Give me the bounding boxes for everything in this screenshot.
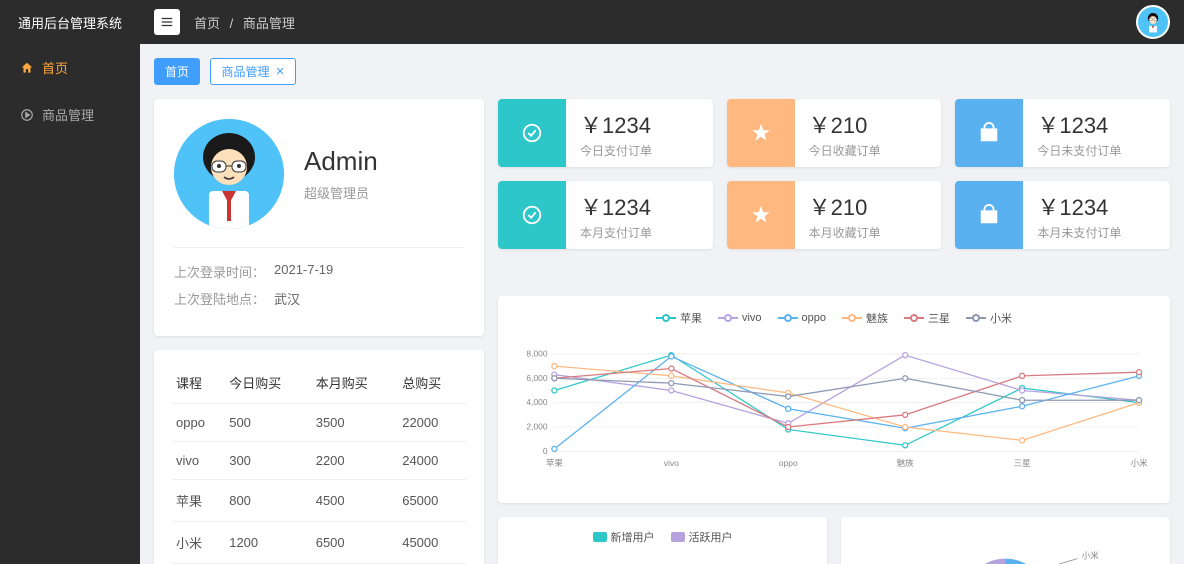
stat-card: ￥1234 本月未支付订单 bbox=[955, 181, 1170, 249]
stats-grid: ￥1234 今日支付订单 ￥210 今日收藏订单 ￥1234 今日未支付订单 ￥1234 本月… bbox=[498, 99, 1170, 282]
user-role: 超级管理员 bbox=[304, 183, 378, 202]
app-logo: 通用后台管理系统 bbox=[0, 0, 140, 44]
stat-card: ￥210 本月收藏订单 bbox=[727, 181, 942, 249]
stat-label: 今日收藏订单 bbox=[809, 142, 881, 159]
bag-icon bbox=[955, 99, 1023, 167]
table-header: 总购买 bbox=[398, 362, 466, 404]
star-icon bbox=[727, 99, 795, 167]
sidebar: 通用后台管理系统 首页 商品管理 bbox=[0, 0, 140, 564]
table-row: 小米1200650045000 bbox=[172, 522, 466, 564]
svg-text:小米: 小米 bbox=[1082, 551, 1099, 561]
last-place-value: 武汉 bbox=[274, 289, 300, 308]
stat-label: 今日未支付订单 bbox=[1037, 142, 1121, 159]
tabs: 首页 商品管理✕ bbox=[154, 58, 1170, 85]
collapse-button[interactable] bbox=[154, 9, 180, 35]
last-login-label: 上次登录时间： bbox=[174, 262, 274, 281]
svg-text:魅族: 魅族 bbox=[897, 458, 914, 468]
pie-chart: 小米三星 bbox=[853, 529, 1158, 564]
sidebar-item-home[interactable]: 首页 bbox=[0, 44, 140, 91]
bar-chart-legend: 新增用户 活跃用户 bbox=[510, 529, 815, 545]
stat-label: 今日支付订单 bbox=[580, 142, 652, 159]
play-icon bbox=[20, 108, 34, 122]
table-row: 苹果800450065000 bbox=[172, 480, 466, 522]
sidebar-item-label: 商品管理 bbox=[42, 105, 94, 124]
pie-chart-card: 小米三星 bbox=[841, 517, 1170, 564]
last-login-value: 2021-7-19 bbox=[274, 262, 333, 281]
bar-chart-card: 新增用户 活跃用户 400600800 bbox=[498, 517, 827, 564]
stat-label: 本月未支付订单 bbox=[1037, 224, 1121, 241]
table-row: vivo300220024000 bbox=[172, 442, 466, 480]
breadcrumb-sep: / bbox=[230, 16, 234, 31]
svg-text:8,000: 8,000 bbox=[526, 348, 547, 358]
line-chart-legend: 苹果 vivo oppo 魅族三星小米 bbox=[512, 310, 1156, 326]
legend-item[interactable]: 魅族 bbox=[842, 310, 888, 326]
bag-icon bbox=[955, 181, 1023, 249]
table-header: 本月购买 bbox=[312, 362, 399, 404]
stat-value: ￥210 bbox=[809, 108, 881, 140]
stat-label: 本月支付订单 bbox=[580, 224, 652, 241]
legend-item[interactable]: vivo bbox=[718, 310, 762, 326]
stat-value: ￥1234 bbox=[1037, 190, 1121, 222]
check-icon bbox=[498, 99, 566, 167]
legend-item[interactable]: 苹果 bbox=[656, 310, 702, 326]
stat-label: 本月收藏订单 bbox=[809, 224, 881, 241]
legend-item[interactable]: 小米 bbox=[966, 310, 1012, 326]
svg-text:6,000: 6,000 bbox=[526, 373, 547, 383]
svg-text:2,000: 2,000 bbox=[526, 422, 547, 432]
legend-item[interactable]: oppo bbox=[778, 310, 826, 326]
stat-value: ￥210 bbox=[809, 190, 881, 222]
stat-card: ￥210 今日收藏订单 bbox=[727, 99, 942, 167]
svg-text:苹果: 苹果 bbox=[546, 458, 563, 468]
table-header: 今日购买 bbox=[225, 362, 312, 404]
breadcrumb-home[interactable]: 首页 bbox=[194, 16, 220, 31]
bar-chart: 400600800 bbox=[510, 553, 815, 564]
home-icon bbox=[20, 61, 34, 75]
stat-card: ￥1234 今日支付订单 bbox=[498, 99, 713, 167]
stat-value: ￥1234 bbox=[1037, 108, 1121, 140]
svg-text:vivo: vivo bbox=[664, 458, 679, 468]
user-card: Admin 超级管理员 上次登录时间：2021-7-19 上次登陆地点：武汉 bbox=[154, 99, 484, 336]
topbar: 首页 / 商品管理 bbox=[140, 0, 1184, 44]
svg-text:小米: 小米 bbox=[1131, 458, 1148, 468]
breadcrumb-current: 商品管理 bbox=[243, 16, 295, 31]
user-name: Admin bbox=[304, 146, 378, 177]
svg-text:4,000: 4,000 bbox=[526, 397, 547, 407]
stat-card: ￥1234 本月支付订单 bbox=[498, 181, 713, 249]
svg-text:oppo: oppo bbox=[779, 458, 798, 468]
star-icon bbox=[727, 181, 795, 249]
tab-products[interactable]: 商品管理✕ bbox=[210, 58, 295, 85]
line-chart-card: 苹果vivooppo魅族三星小米 02,0004,0006,0008,000苹果… bbox=[498, 296, 1170, 503]
svg-text:三星: 三星 bbox=[1014, 458, 1031, 468]
close-icon[interactable]: ✕ bbox=[275, 65, 284, 78]
breadcrumb: 首页 / 商品管理 bbox=[194, 13, 295, 32]
table-row: oppo500350022000 bbox=[172, 404, 466, 442]
tab-home[interactable]: 首页 bbox=[154, 58, 200, 85]
stat-value: ￥1234 bbox=[580, 108, 652, 140]
table-header: 课程 bbox=[172, 362, 225, 404]
user-avatar bbox=[174, 119, 284, 229]
course-table-card: 课程今日购买本月购买总购买 oppo500350022000vivo300220… bbox=[154, 350, 484, 564]
stat-value: ￥1234 bbox=[580, 190, 652, 222]
svg-text:0: 0 bbox=[543, 446, 548, 456]
sidebar-item-products[interactable]: 商品管理 bbox=[0, 91, 140, 138]
line-chart: 0 2,000 4,000 6,000 8,000 苹果 vivo oppo 魅族 三星 小米 bbox=[512, 334, 1156, 484]
legend-item[interactable]: 三星 bbox=[904, 310, 950, 326]
course-table: 课程今日购买本月购买总购买 oppo500350022000vivo300220… bbox=[172, 362, 466, 564]
last-place-label: 上次登陆地点： bbox=[174, 289, 274, 308]
stat-card: ￥1234 今日未支付订单 bbox=[955, 99, 1170, 167]
user-avatar-top[interactable] bbox=[1136, 5, 1170, 39]
check-icon bbox=[498, 181, 566, 249]
sidebar-item-label: 首页 bbox=[42, 58, 68, 77]
